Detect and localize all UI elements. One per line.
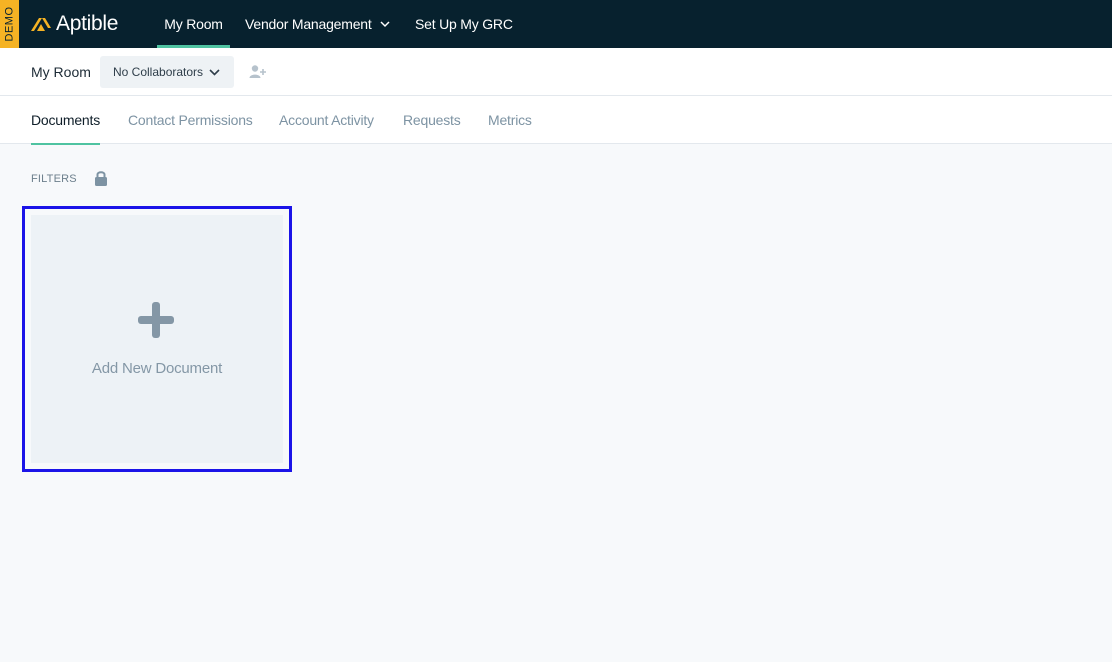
topnav-set-up-my-grc-label: Set Up My GRC [415, 16, 513, 32]
aptible-logo-icon [31, 18, 51, 31]
add-new-document-card[interactable]: Add New Document [31, 215, 283, 463]
lock-icon[interactable] [94, 170, 108, 187]
tab-contact-permissions-label: Contact Permissions [128, 112, 253, 128]
top-navigation-bar: DEMO Aptible My Room Vendor Management S… [0, 0, 1112, 48]
collaborators-dropdown[interactable]: No Collaborators [100, 56, 234, 88]
topnav-my-room[interactable]: My Room [157, 0, 230, 48]
tab-requests[interactable]: Requests [403, 96, 461, 144]
tab-account-activity[interactable]: Account Activity [279, 96, 374, 144]
demo-badge-label: DEMO [3, 6, 16, 42]
tab-metrics-label: Metrics [488, 112, 532, 128]
tab-documents[interactable]: Documents [31, 96, 101, 145]
topnav-vendor-management[interactable]: Vendor Management [245, 0, 390, 48]
demo-badge: DEMO [0, 0, 19, 48]
room-title: My Room [31, 64, 91, 80]
add-new-document-label: Add New Document [91, 360, 223, 377]
room-tabs: Documents Contact Permissions Account Ac… [0, 96, 1112, 145]
topnav-set-up-my-grc[interactable]: Set Up My GRC [415, 0, 513, 48]
room-header: My Room No Collaborators [0, 48, 1112, 96]
tab-documents-label: Documents [31, 112, 101, 128]
plus-icon [138, 302, 174, 338]
tab-account-activity-label: Account Activity [279, 112, 374, 128]
collaborators-label: No Collaborators [113, 65, 204, 79]
brand-logo[interactable]: Aptible [30, 10, 118, 38]
topnav-my-room-label: My Room [164, 16, 223, 32]
filters-label: FILTERS [31, 173, 77, 185]
chevron-down-icon [380, 20, 390, 27]
add-user-icon[interactable] [249, 64, 267, 80]
topnav-vendor-management-label: Vendor Management [245, 16, 372, 32]
tab-contact-permissions[interactable]: Contact Permissions [128, 96, 253, 144]
chevron-down-icon [209, 68, 220, 76]
tab-metrics[interactable]: Metrics [488, 96, 532, 144]
tab-requests-label: Requests [403, 112, 461, 128]
brand-name: Aptible [56, 12, 119, 35]
